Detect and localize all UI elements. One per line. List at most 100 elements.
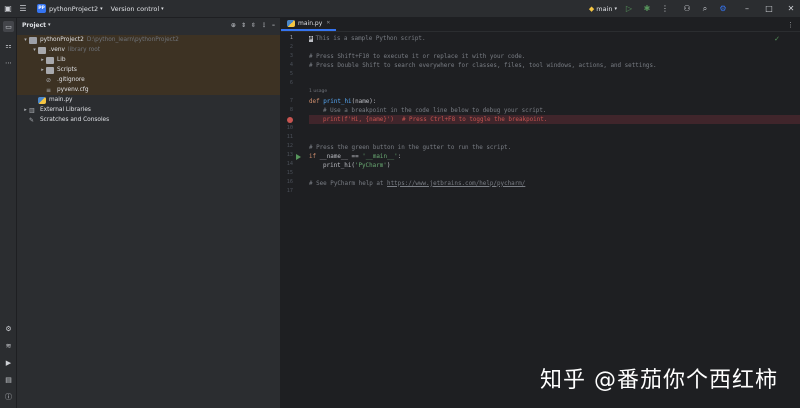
code-comment: # Press Double Shift to search everywher…: [309, 62, 657, 69]
vcs-label: Version control: [110, 4, 160, 13]
tree-item-external-libraries[interactable]: ▸ ▥ External Libraries: [17, 105, 280, 115]
hide-icon[interactable]: –: [272, 22, 275, 29]
project-panel-header: Project ▾ ⊕ ⇕ ⇳ ⋮ –: [17, 18, 280, 32]
chevron-right-icon[interactable]: ▸: [39, 67, 46, 73]
locate-icon[interactable]: ⊕: [231, 22, 236, 29]
code-line: if __name__ == '__main__':: [309, 152, 401, 161]
collapse-all-icon[interactable]: ⇳: [251, 22, 256, 29]
debug-icon[interactable]: ✱: [642, 4, 652, 14]
more-tools-icon[interactable]: ⋯: [3, 57, 14, 68]
python-packages-icon[interactable]: ⚙: [3, 323, 14, 334]
code-comment: This is a sample Python script.: [315, 35, 426, 42]
add-user-icon[interactable]: ⚇: [682, 4, 692, 14]
code-keyword: def: [309, 98, 320, 105]
more-icon[interactable]: ⋮: [787, 21, 794, 29]
tree-item-main-py[interactable]: main.py: [17, 95, 280, 105]
problems-icon[interactable]: ⓘ: [3, 391, 14, 402]
code-text: (name):: [351, 98, 377, 105]
tree-item-scripts[interactable]: ▸ Scripts: [17, 65, 280, 75]
chevron-down-icon: ▾: [161, 5, 164, 12]
tree-item-gitignore[interactable]: ⊘ .gitignore: [17, 75, 280, 85]
close-icon[interactable]: ✕: [786, 4, 796, 14]
line-number: 1: [289, 35, 293, 41]
title-bar: ▣ ☰ PP pythonProject2 ▾ Version control …: [0, 0, 800, 18]
tree-item-scratches[interactable]: ✎ Scratches and Consoles: [17, 115, 280, 125]
code-line: # Press Double Shift to search everywher…: [309, 61, 657, 70]
code-string: '__main__': [362, 153, 398, 160]
help-link[interactable]: https://www.jetbrains.com/help/pycharm/: [387, 181, 525, 187]
chevron-right-icon[interactable]: ▸: [22, 107, 29, 113]
structure-tool-icon[interactable]: ⚏: [3, 40, 14, 51]
code-text: __name__ ==: [319, 153, 363, 160]
breakpoint-icon[interactable]: [287, 117, 293, 123]
editor-tabs: main.py ✕ ⋮: [281, 18, 800, 32]
project-badge: PP: [37, 4, 46, 13]
folder-icon: [38, 46, 46, 54]
tree-item-label: Scratches and Consoles: [40, 117, 110, 123]
chevron-down-icon[interactable]: ▾: [22, 37, 29, 43]
expand-all-icon[interactable]: ⇕: [241, 22, 246, 29]
editor-gutter[interactable]: 1 2 3 4 5 6 7 8 10 11 12 13 14 15 16 17: [281, 33, 309, 408]
options-icon[interactable]: ⋮: [261, 22, 267, 29]
folder-icon: [46, 66, 54, 74]
python-icon: ◆: [588, 4, 595, 13]
tree-item-label: main.py: [49, 97, 73, 103]
tree-item-lib[interactable]: ▸ Lib: [17, 55, 280, 65]
line-number: 3: [289, 53, 293, 59]
line-number: 14: [286, 161, 293, 167]
usage-hint[interactable]: 1 usage: [309, 89, 327, 94]
project-tree: ▾ pythonProject2 D:\python_learn\pythonP…: [17, 35, 280, 125]
project-name: pythonProject2: [49, 4, 99, 13]
line-number: 7: [289, 98, 293, 104]
ignore-file-icon: ⊘: [46, 76, 52, 84]
close-icon[interactable]: ✕: [326, 20, 330, 26]
code-text: ): [386, 162, 391, 169]
code-line: print_hi('PyCharm'): [323, 161, 390, 170]
code-line: # This is a sample Python script.: [309, 34, 426, 43]
watermark: 知乎 @番茄你个西红柿: [540, 368, 778, 393]
code-comment: # Press the green button in the gutter t…: [309, 144, 512, 151]
maximize-icon[interactable]: □: [764, 4, 774, 14]
layers-icon[interactable]: ≋: [3, 340, 14, 351]
project-panel-title[interactable]: Project: [22, 22, 46, 29]
code-line: # Use a breakpoint in the code line belo…: [323, 106, 546, 115]
chevron-down-icon[interactable]: ▾: [31, 47, 38, 53]
terminal-icon[interactable]: ▤: [3, 374, 14, 385]
tree-item-label: pyvenv.cfg: [57, 87, 89, 93]
line-number: 6: [289, 80, 293, 86]
search-icon[interactable]: ⌕: [700, 4, 710, 14]
run-config-selector[interactable]: ◆ main ▾: [586, 0, 620, 18]
vcs-selector[interactable]: Version control ▾: [108, 0, 167, 18]
tab-main-py[interactable]: main.py ✕: [281, 17, 337, 31]
line-number: 13: [286, 152, 293, 158]
main-menu-icon[interactable]: ☰: [18, 4, 28, 14]
code-keyword: if: [309, 153, 317, 160]
tree-item-label: .venv: [49, 47, 65, 53]
project-tool-icon[interactable]: ▭: [3, 21, 14, 32]
tree-item-hint: library root: [67, 47, 101, 53]
project-selector[interactable]: PP pythonProject2 ▾: [34, 0, 106, 18]
settings-icon[interactable]: ⚙: [718, 4, 728, 14]
tree-item-pyvenv[interactable]: ≡ pyvenv.cfg: [17, 85, 280, 95]
run-gutter-icon[interactable]: [296, 154, 301, 160]
code-text: print(f'Hi, {name}'): [323, 116, 394, 123]
code-editor[interactable]: # This is a sample Python script. # Press…: [309, 33, 800, 408]
chevron-down-icon[interactable]: ▾: [48, 22, 51, 28]
code-line: # Press the green button in the gutter t…: [309, 143, 511, 152]
tree-item-project-root[interactable]: ▾ pythonProject2 D:\python_learn\pythonP…: [17, 35, 280, 45]
editor-area: main.py ✕ ⋮ ✓ 1 2 3 4 5 6 7 8 10 11 12 1…: [281, 18, 800, 408]
tree-item-venv[interactable]: ▾ .venv library root: [17, 45, 280, 55]
code-comment: # See PyCharm help at: [309, 180, 388, 187]
code-line: def print_hi (name):: [309, 97, 376, 106]
minimize-icon[interactable]: –: [742, 4, 752, 14]
tree-item-label: .gitignore: [57, 77, 85, 83]
chevron-right-icon[interactable]: ▸: [39, 57, 46, 63]
usage-hint-line: 1 usage: [309, 87, 327, 95]
run-icon[interactable]: ▷: [624, 4, 634, 14]
line-number: 17: [286, 188, 293, 194]
more-icon[interactable]: ⋮: [660, 4, 670, 14]
tree-item-label: External Libraries: [40, 107, 91, 113]
code-comment: # Use a breakpoint in the code line belo…: [323, 107, 547, 114]
scratch-icon: ✎: [29, 116, 35, 124]
services-icon[interactable]: ▶: [3, 357, 14, 368]
